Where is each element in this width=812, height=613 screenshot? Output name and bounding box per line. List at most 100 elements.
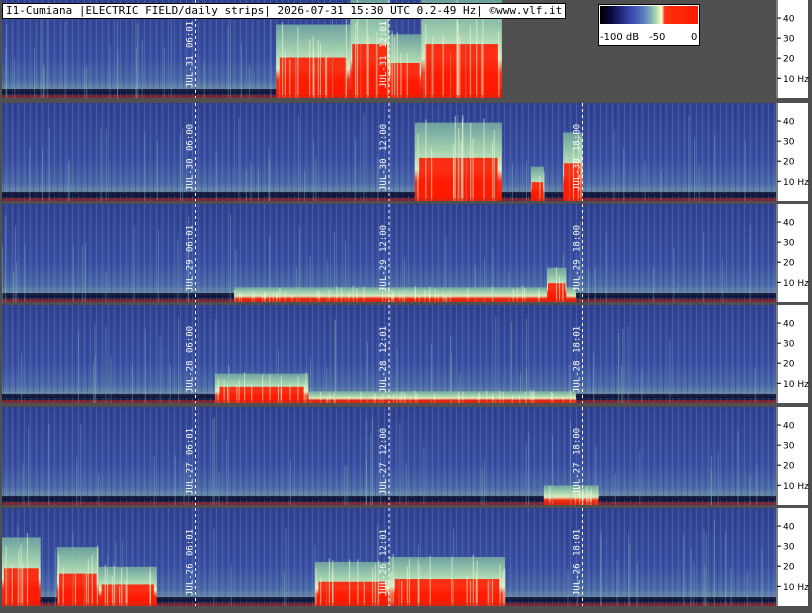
spectral-line [227,25,229,98]
burst-streak [460,141,462,201]
spectral-line [365,458,367,505]
spectral-line [212,419,214,505]
strip-jul-30: JUL-30 06:00 JUL-30 12:00 JUL-30 18:00 10 Hz 20… [2,103,809,201]
strip-jul-26: JUL-26 06:01 JUL-26 12:01 JUL-26 18:01 10 Hz 20… [2,508,809,606]
spectral-line [495,316,497,403]
marker-day-label: JUL-28 [186,360,196,393]
spectral-line [183,461,185,505]
spectral-line [296,267,298,302]
spectral-line [14,226,16,302]
spectral-line [269,235,271,302]
frequency-tick-label: 40 [783,15,795,25]
spectral-line [153,456,155,505]
frequency-tick-label: 10 Hz [783,75,809,85]
burst-streak [262,374,264,403]
saturation-core-2 [101,584,154,606]
burst-streak [223,379,225,403]
marker-day-label: JUL-28 [379,360,389,393]
marker-day-label: JUL-27 [186,462,196,495]
spectral-line [618,332,620,403]
spectral-line [483,460,485,505]
burst-streak [320,578,322,606]
burst-streak [149,572,152,606]
spectral-line [117,51,119,98]
burst-streak [499,564,501,606]
spectral-line [360,31,362,98]
spectral-line [277,349,279,403]
burst-streak [118,585,121,606]
spectral-line [344,240,346,302]
marker-time-label: 18:00 [573,225,583,252]
spectral-line [616,560,618,606]
burst-streak [393,36,396,98]
spectral-line [122,541,124,606]
burst-streak [11,565,13,606]
burst-streak [303,382,305,403]
spectral-line [77,330,79,403]
spectral-line [313,141,315,201]
spectral-line [235,249,237,302]
burst-streak [429,555,431,606]
spectral-line [284,571,286,606]
burst-streak [281,22,284,99]
spectral-line [396,349,398,403]
burst-streak [317,39,319,98]
marker-time-label: 12:01 [379,529,389,556]
spectral-line [641,369,643,403]
marker-day-label: JUL-29 [379,259,389,292]
spectral-line [693,562,695,606]
burst-streak [217,378,219,403]
frequency-tick-label: 40 [783,422,795,432]
spectral-line [215,150,217,201]
frequency-tick-label: 30 [783,340,795,350]
burst-streak [472,138,474,201]
spectral-line [694,138,696,201]
burst-streak [504,568,506,606]
burst-streak [113,566,115,606]
burst-streak [392,553,394,606]
spectral-line [404,258,406,302]
spectral-line [98,474,100,505]
marker-day-label: JUL-31 [186,55,196,88]
burst-streak [491,580,494,606]
spectral-line [203,62,205,98]
frequency-tick-label: 40 [783,219,795,229]
spectral-line [737,431,739,505]
color-legend: -100 dB -50 0 [598,4,700,46]
burst-streak [96,545,99,606]
frequency-tick-label: 10 Hz [783,583,809,593]
spectral-line [399,422,401,505]
burst-streak [487,580,489,606]
spectral-line [170,13,172,98]
burst-streak [289,382,291,403]
spectral-line [398,561,400,606]
spectral-line [17,526,19,606]
burst-streak [125,580,127,606]
burst-streak [432,35,434,98]
spectral-line [226,439,228,505]
spectral-line [64,21,66,98]
spectral-line [315,158,317,201]
burst-streak [493,129,495,201]
burst-streak [18,549,20,606]
spectral-line [213,529,215,606]
burst-streak [454,116,456,201]
spectral-line [133,225,135,302]
spectral-line [105,271,107,302]
spectral-line [215,318,217,403]
spectral-line [80,424,82,505]
burst-streak [324,57,327,98]
spectral-line [325,575,327,606]
spectral-line [722,259,724,302]
spectral-line [465,148,467,201]
spectral-line [754,368,756,403]
marker-time-label: 12:01 [379,21,389,48]
spectral-line [346,465,348,505]
spectral-line [600,530,602,606]
burst-streak [408,558,411,606]
spectral-line [16,261,18,302]
spectral-line [445,237,447,302]
spectral-line [423,446,425,505]
spectral-line [744,141,746,201]
spectral-line [749,475,751,505]
